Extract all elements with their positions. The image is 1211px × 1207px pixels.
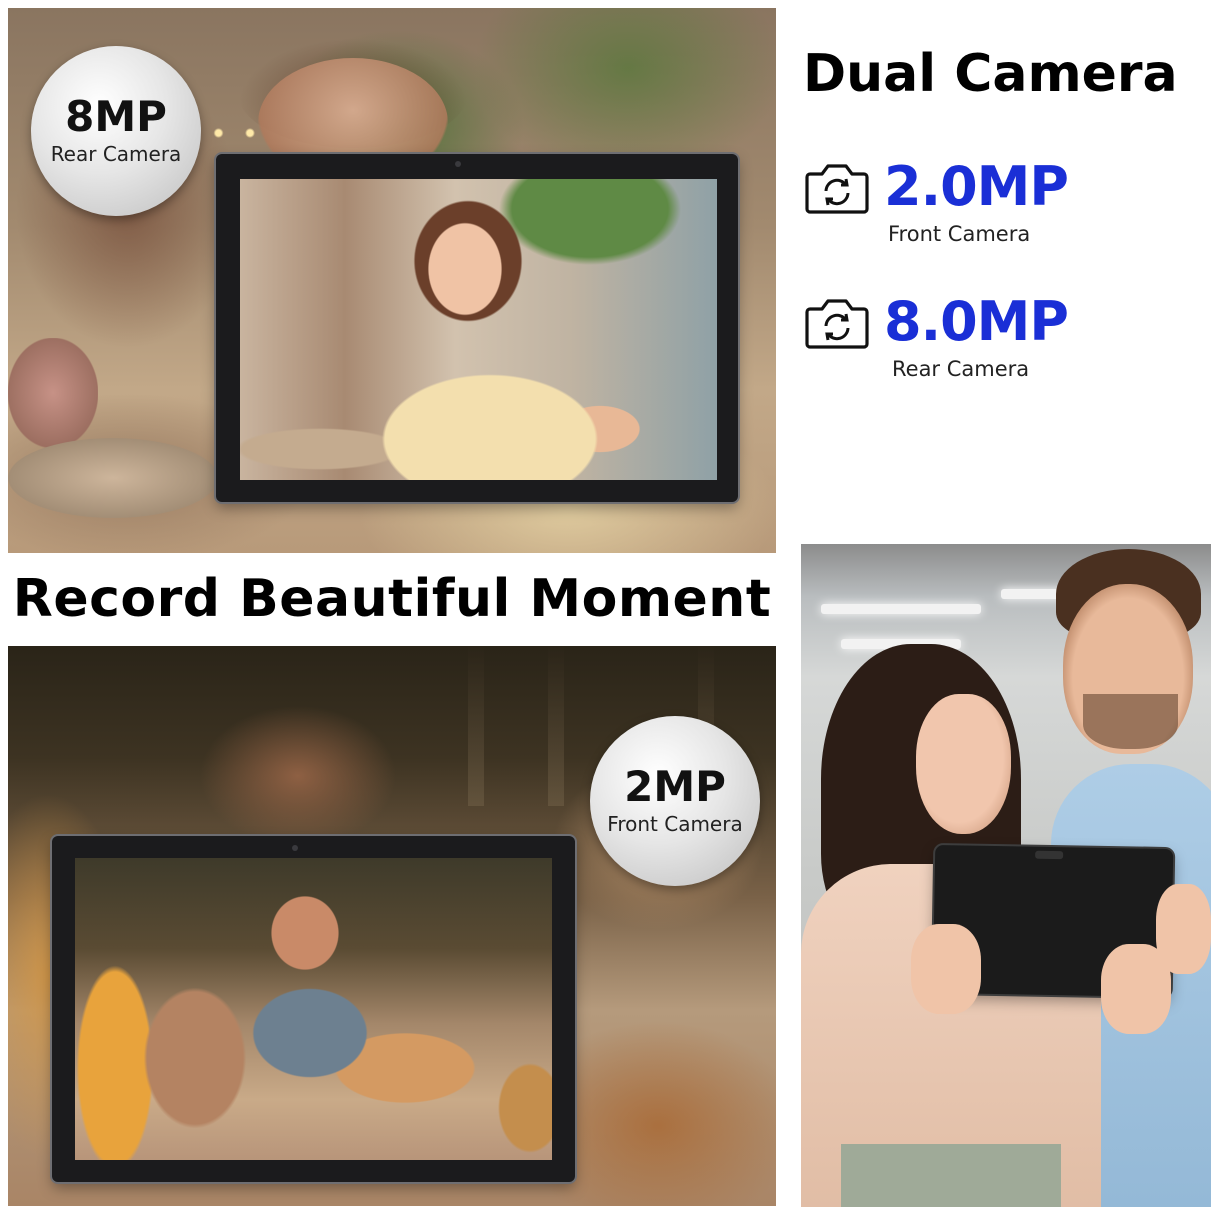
badge-value: 8MP <box>65 92 167 141</box>
tablet-selfie <box>216 154 738 502</box>
spec-value: 2.0MP <box>884 155 1069 218</box>
cafe-chair <box>8 338 98 448</box>
camera-icon <box>805 164 869 214</box>
tablet-screen-beach-photo <box>75 858 552 1160</box>
man-hand <box>1156 884 1211 974</box>
badge-label: Front Camera <box>607 812 743 836</box>
bottom-photo-panel: 2MP Front Camera <box>8 646 776 1206</box>
top-photo-panel: 8MP Rear Camera <box>8 8 776 553</box>
badge-label: Rear Camera <box>50 142 182 166</box>
spec-front-camera: 2.0MP Front Camera <box>804 158 1204 246</box>
tree-trunk <box>468 646 484 806</box>
cafe-table <box>8 438 218 518</box>
camera-icon <box>805 299 869 349</box>
rear-camera-badge: 8MP Rear Camera <box>31 46 201 216</box>
woman-skirt <box>841 1144 1061 1207</box>
spec-value: 8.0MP <box>884 290 1069 353</box>
front-camera-dot <box>455 161 461 167</box>
tablet-screen-selfie-photo <box>240 179 717 480</box>
front-camera-badge: 2MP Front Camera <box>590 716 760 886</box>
tablet-beach <box>52 836 575 1182</box>
headline: Record Beautiful Moment <box>12 569 772 629</box>
ceiling-light <box>821 604 981 614</box>
couple-photo-panel <box>801 544 1211 1207</box>
badge-value: 2MP <box>624 762 726 811</box>
dual-camera-title: Dual Camera <box>803 44 1178 104</box>
woman-hand <box>911 924 981 1014</box>
spec-label: Front Camera <box>888 222 1031 246</box>
camera-bump <box>1035 850 1064 860</box>
woman-face <box>916 694 1011 834</box>
spec-label: Rear Camera <box>892 357 1030 381</box>
tree-trunk <box>548 646 564 806</box>
spec-rear-camera: 8.0MP Rear Camera <box>804 293 1204 381</box>
man-beard <box>1083 694 1178 749</box>
front-camera-dot <box>292 845 298 851</box>
